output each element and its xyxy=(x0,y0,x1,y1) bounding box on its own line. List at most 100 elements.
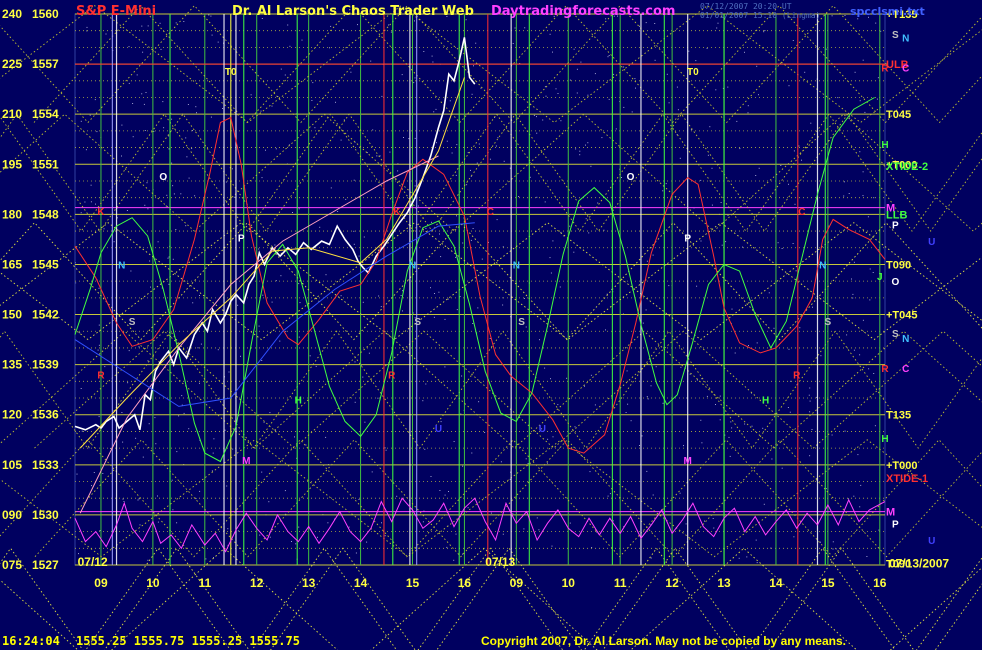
star-dot xyxy=(211,34,213,36)
star-dot xyxy=(447,298,449,300)
star-dot xyxy=(461,375,463,377)
star-dot xyxy=(574,426,576,428)
star-dot xyxy=(451,152,453,154)
star-dot xyxy=(192,130,193,132)
timestamp-line-1: 07/12/2007 20:20 UT xyxy=(700,2,792,11)
star-dot xyxy=(90,184,92,186)
star-dot xyxy=(417,205,419,207)
star-dot xyxy=(205,558,207,560)
planet-label: R xyxy=(97,371,105,382)
star-dot xyxy=(98,287,100,289)
star-dot xyxy=(777,242,779,244)
star-dot xyxy=(280,275,282,277)
star-dot xyxy=(401,74,403,76)
star-dot xyxy=(812,306,813,308)
star-dot xyxy=(168,148,170,150)
star-dot xyxy=(456,309,458,311)
star-dot xyxy=(147,360,149,362)
star-dot xyxy=(348,526,350,528)
planet-label: N xyxy=(902,334,909,345)
star-dot xyxy=(379,155,381,157)
star-dot xyxy=(462,465,464,467)
star-dot xyxy=(788,348,790,350)
star-dot xyxy=(335,101,336,103)
star-dot xyxy=(665,183,667,185)
star-dot xyxy=(222,108,223,109)
star-dot xyxy=(689,373,691,375)
x-tick-label: 09 xyxy=(94,576,108,590)
star-dot xyxy=(194,195,196,197)
star-dot xyxy=(430,476,432,477)
site-url[interactable]: Daytradingforecasts.com xyxy=(491,4,675,19)
star-dot xyxy=(801,159,802,161)
star-dot xyxy=(212,452,214,454)
star-dot xyxy=(110,447,111,449)
star-dot xyxy=(192,302,194,304)
planet-label: H xyxy=(881,140,888,151)
star-dot xyxy=(275,148,277,150)
star-dot xyxy=(728,436,730,438)
star-dot xyxy=(388,24,390,26)
star-dot xyxy=(121,124,123,126)
star-dot xyxy=(634,78,636,80)
star-dot xyxy=(423,51,425,52)
status-time: 16:24:04 xyxy=(2,634,60,648)
star-dot xyxy=(676,86,678,88)
star-dot xyxy=(98,324,100,326)
star-dot xyxy=(711,167,713,169)
star-dot xyxy=(171,362,172,364)
star-dot xyxy=(217,349,219,351)
star-dot xyxy=(811,429,813,430)
star-dot xyxy=(195,106,197,108)
star-dot xyxy=(557,404,559,406)
planet-label: C xyxy=(487,207,494,218)
star-dot xyxy=(330,25,332,27)
star-dot xyxy=(771,458,773,460)
star-dot xyxy=(350,71,352,73)
y-tick-price: 1560 xyxy=(32,7,59,21)
star-dot xyxy=(79,332,81,334)
star-dot xyxy=(795,270,797,272)
status-quotes: 1555.25 1555.75 1555.25 1555.75 xyxy=(76,634,300,648)
timestamp-line-2: 01/01/2007 15:10 (Lingma) xyxy=(700,11,821,20)
star-dot xyxy=(137,499,139,501)
star-dot xyxy=(859,100,861,102)
planet-label: O xyxy=(891,277,899,288)
date-label: 07/13 xyxy=(485,555,515,569)
star-dot xyxy=(408,138,410,140)
star-dot xyxy=(576,92,578,94)
planet-label: C xyxy=(902,364,909,375)
star-dot xyxy=(196,112,197,114)
star-dot xyxy=(180,193,182,195)
y-tick-left: 195 xyxy=(2,157,22,171)
star-dot xyxy=(566,377,568,379)
star-dot xyxy=(122,441,124,443)
star-dot xyxy=(700,240,702,242)
star-dot xyxy=(172,258,174,260)
star-dot xyxy=(843,181,845,183)
star-dot xyxy=(585,144,586,146)
star-dot xyxy=(668,102,670,104)
star-dot xyxy=(613,73,615,75)
star-dot xyxy=(353,230,355,232)
star-dot xyxy=(208,14,210,16)
star-dot xyxy=(597,202,599,204)
star-dot xyxy=(81,430,83,432)
star-dot xyxy=(345,198,347,200)
star-dot xyxy=(608,98,610,100)
star-dot xyxy=(503,160,505,162)
star-dot xyxy=(810,122,812,124)
star-dot xyxy=(455,533,457,535)
star-dot xyxy=(329,47,330,49)
star-dot xyxy=(607,56,609,58)
star-dot xyxy=(545,95,547,97)
x-tick-label: 10 xyxy=(562,576,576,590)
x-tick-label: 12 xyxy=(665,576,679,590)
star-dot xyxy=(645,22,647,24)
star-dot xyxy=(512,43,514,44)
star-dot xyxy=(227,528,229,530)
star-dot xyxy=(315,365,317,367)
star-dot xyxy=(80,388,82,389)
star-dot xyxy=(476,162,478,164)
star-dot xyxy=(652,254,654,256)
